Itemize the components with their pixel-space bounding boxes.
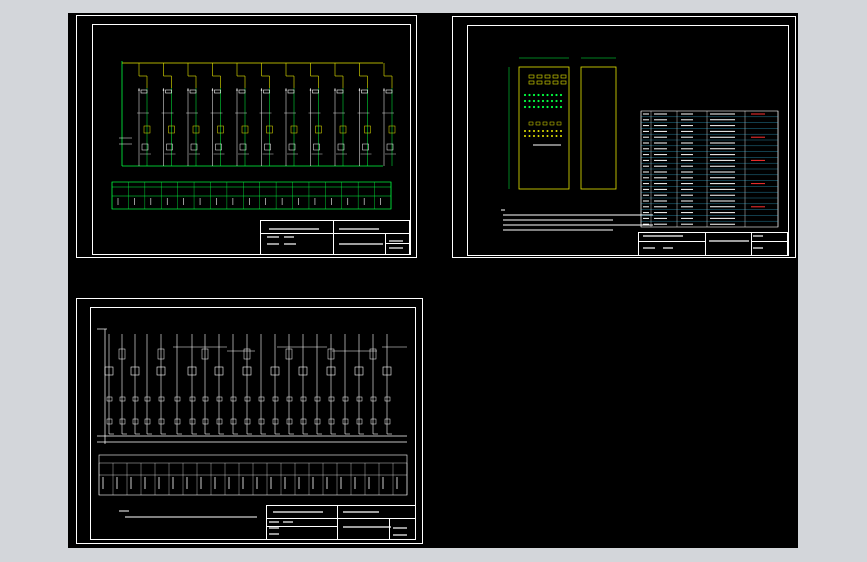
sheet-1-title-block (260, 220, 410, 255)
sheet-2-frame[interactable] (452, 16, 796, 258)
sheet-3-title-block (266, 505, 416, 540)
cad-model-space[interactable] (68, 13, 798, 548)
sheet-2-title-block (638, 232, 788, 256)
sheet-2-layout (501, 57, 779, 249)
sheet-3-frame[interactable] (76, 298, 423, 544)
sheet-1-frame[interactable] (76, 15, 417, 258)
